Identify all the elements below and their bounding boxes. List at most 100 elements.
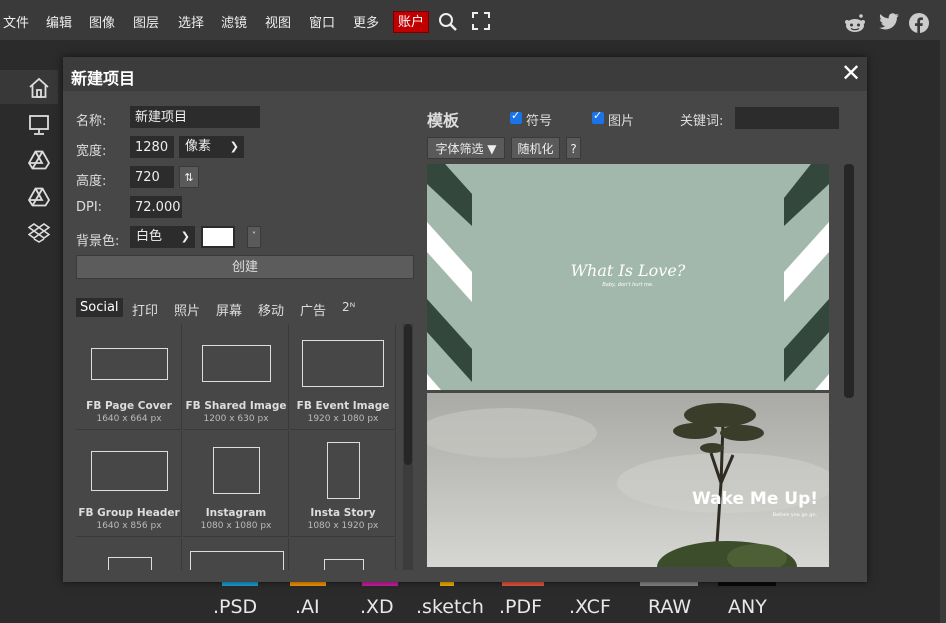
facebook-icon[interactable]	[909, 13, 929, 37]
background-color-swatch[interactable]	[201, 226, 235, 248]
format-raw[interactable]: RAW	[648, 596, 691, 618]
preset-shape	[302, 340, 384, 387]
width-label: 宽度:	[76, 144, 107, 159]
preset-fb-page-cover[interactable]: FB Page Cover 1640 x 664 px	[76, 324, 182, 430]
left-toolbar	[0, 70, 58, 260]
menu-view[interactable]: 视图	[265, 12, 291, 31]
preset-grid: FB Page Cover 1640 x 664 px FB Shared Im…	[76, 324, 397, 570]
create-button[interactable]: 创建	[76, 255, 414, 279]
right-edge-strip	[940, 40, 946, 623]
menu-bar: 文件 编辑 图像 图层 选择 滤镜 视图 窗口 更多 账户	[0, 0, 946, 40]
background-select-value: 白色	[136, 229, 163, 244]
account-button[interactable]: 账户	[393, 11, 429, 33]
swap-dimensions-button[interactable]: ⇅	[179, 166, 199, 188]
home-icon[interactable]	[28, 77, 50, 103]
template-subtitle: Before you go go.	[772, 512, 817, 518]
menu-image[interactable]: 图像	[89, 12, 115, 31]
menu-select[interactable]: 选择	[178, 12, 204, 31]
preset-shape	[91, 348, 168, 380]
dpi-input[interactable]: 72.000	[130, 196, 182, 218]
template-title: Wake Me Up!	[691, 489, 818, 509]
templates-title: 模板	[427, 111, 460, 130]
dropbox-icon[interactable]	[27, 223, 51, 247]
format-sketch[interactable]: .sketch	[416, 596, 484, 618]
format-any[interactable]: ANY	[728, 596, 767, 618]
twitter-icon[interactable]	[878, 13, 900, 35]
preset-instagram[interactable]: Instagram 1080 x 1080 px	[183, 431, 289, 537]
chevron-down-icon: ❯	[180, 230, 190, 243]
preset-size: 1640 x 856 px	[96, 521, 162, 531]
preset-size: 1080 x 1080 px	[200, 521, 272, 531]
background-select[interactable]: 白色 ❯	[130, 226, 195, 248]
keyword-input[interactable]	[735, 107, 839, 129]
keyword-label: 关键词:	[680, 114, 724, 129]
images-label: 图片	[608, 114, 635, 129]
preset-scrollbar[interactable]	[403, 324, 413, 570]
template-title: What Is Love?	[570, 261, 686, 280]
preset-more-2[interactable]	[183, 538, 289, 570]
tab-photo[interactable]: 照片	[174, 300, 200, 319]
preset-name: Insta Story	[310, 507, 376, 519]
preset-scrollbar-thumb[interactable]	[404, 324, 412, 465]
preset-fb-event-image[interactable]: FB Event Image 1920 x 1080 px	[290, 324, 396, 430]
preset-fb-shared-image[interactable]: FB Shared Image 1200 x 630 px	[183, 324, 289, 430]
format-pdf[interactable]: .PDF	[499, 596, 542, 618]
monitor-icon[interactable]	[28, 114, 50, 140]
menu-edit[interactable]: 编辑	[46, 12, 72, 31]
preset-shape	[213, 447, 260, 494]
preset-more-3[interactable]	[290, 538, 396, 570]
unit-select[interactable]: 像素 ❯	[179, 136, 244, 158]
dpi-label: DPI:	[76, 200, 103, 215]
format-psd[interactable]: .PSD	[213, 596, 257, 618]
name-label: 名称:	[76, 114, 107, 129]
font-filter-button[interactable]: 字体筛选 ▼	[427, 137, 505, 159]
menu-file[interactable]: 文件	[3, 12, 29, 31]
tree-photo	[427, 393, 829, 567]
unit-select-value: 像素	[185, 139, 212, 154]
menu-window[interactable]: 窗口	[309, 12, 335, 31]
preset-name: FB Shared Image	[185, 400, 287, 412]
preset-insta-story[interactable]: Insta Story 1080 x 1920 px	[290, 431, 396, 537]
close-icon[interactable]: ✕	[841, 61, 861, 85]
preset-size: 1080 x 1920 px	[307, 521, 379, 531]
search-icon[interactable]	[438, 12, 458, 36]
height-input[interactable]: 720	[130, 166, 174, 188]
menu-layer[interactable]: 图层	[133, 12, 159, 31]
template-subtitle: Baby, don't hurt me.	[602, 282, 654, 288]
new-project-dialog: 新建项目 ✕ 名称: 新建项目 宽度: 1280 像素 ❯ 高度: 720 ⇅ …	[63, 57, 867, 582]
menu-more[interactable]: 更多	[353, 12, 379, 31]
preset-name: FB Event Image	[296, 400, 390, 412]
format-ai[interactable]: .AI	[295, 596, 320, 618]
google-drive-icon[interactable]	[27, 150, 51, 174]
format-xcf[interactable]: .XCF	[569, 596, 611, 618]
template-what-is-love[interactable]: What Is Love? Baby, don't hurt me.	[427, 164, 829, 390]
menu-filter[interactable]: 滤镜	[221, 12, 247, 31]
color-dropdown-button[interactable]: ˅	[247, 226, 261, 248]
tab-social[interactable]: Social	[76, 298, 123, 317]
fullscreen-icon[interactable]	[472, 12, 490, 34]
reddit-icon[interactable]	[844, 13, 866, 37]
tab-power-of-two[interactable]: 2ᴺ	[342, 300, 355, 314]
symbols-checkbox[interactable]	[510, 109, 522, 124]
preset-fb-group-header[interactable]: FB Group Header 1640 x 856 px	[76, 431, 182, 537]
tab-ads[interactable]: 广告	[300, 300, 326, 319]
name-input[interactable]: 新建项目	[130, 106, 260, 128]
width-input[interactable]: 1280	[130, 136, 174, 158]
preset-more-1[interactable]	[76, 538, 182, 570]
height-label: 高度:	[76, 174, 107, 189]
help-button[interactable]: ?	[566, 137, 581, 159]
preset-shape	[324, 559, 364, 570]
tab-mobile[interactable]: 移动	[258, 300, 284, 319]
format-xd[interactable]: .XD	[360, 596, 394, 618]
templates-scrollbar-thumb[interactable]	[844, 164, 854, 398]
preset-name: FB Group Header	[78, 507, 180, 519]
google-drive-alt-icon[interactable]	[27, 187, 51, 211]
template-wake-me-up[interactable]: Wake Me Up! Before you go go.	[427, 393, 829, 567]
chevron-down-icon: ❯	[229, 140, 239, 153]
tab-screen[interactable]: 屏幕	[216, 300, 242, 319]
tab-print[interactable]: 打印	[132, 300, 158, 319]
preset-size: 1920 x 1080 px	[307, 414, 379, 424]
preset-size: 1640 x 664 px	[96, 414, 162, 424]
randomize-button[interactable]: 随机化	[511, 137, 560, 159]
images-checkbox[interactable]	[592, 109, 604, 124]
